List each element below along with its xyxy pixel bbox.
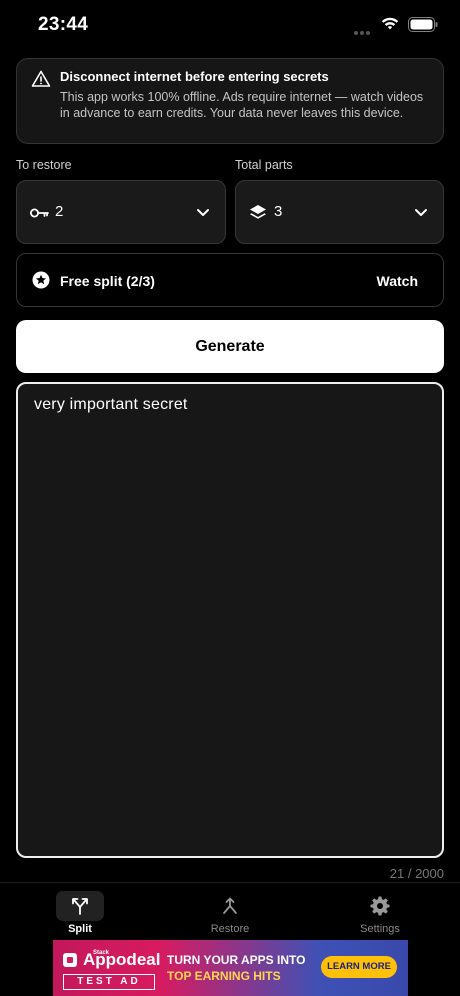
key-icon bbox=[30, 208, 49, 218]
status-time: 23:44 bbox=[38, 14, 89, 35]
chevron-down-icon bbox=[415, 209, 427, 216]
total-parts-label: Total parts bbox=[235, 158, 293, 172]
ad-headline-2: TOP EARNING HITS bbox=[167, 969, 281, 983]
ad-brand: Appodeal bbox=[83, 950, 161, 969]
tab-restore-highlight bbox=[206, 891, 254, 921]
ad-banner[interactable]: Stack Appodeal TEST AD TURN YOUR APPS IN… bbox=[53, 940, 408, 996]
ad-headline-1: TURN YOUR APPS INTO bbox=[167, 953, 306, 967]
tab-restore[interactable]: Restore bbox=[180, 883, 280, 941]
tab-split-highlight bbox=[56, 891, 104, 921]
tab-restore-label: Restore bbox=[210, 923, 250, 935]
offline-warning-banner: Disconnect internet before entering secr… bbox=[16, 58, 444, 144]
total-parts-select[interactable]: 3 bbox=[235, 180, 444, 244]
status-bar: 23:44 bbox=[0, 0, 460, 50]
warning-body: This app works 100% offline. Ads require… bbox=[60, 90, 424, 120]
chevron-down-icon bbox=[197, 209, 209, 216]
ad-test-label: TEST AD bbox=[63, 974, 155, 990]
star-icon bbox=[32, 271, 50, 289]
layers-icon bbox=[250, 205, 266, 219]
split-icon bbox=[72, 898, 88, 915]
total-parts-value: 3 bbox=[274, 203, 283, 220]
to-restore-value: 2 bbox=[55, 203, 64, 220]
battery-icon bbox=[408, 17, 438, 32]
warning-title: Disconnect internet before entering secr… bbox=[60, 69, 329, 84]
warning-triangle-icon bbox=[31, 70, 51, 87]
secret-input-text: very important secret bbox=[34, 396, 188, 413]
tab-settings-label: Settings bbox=[360, 923, 400, 935]
signal-dots-icon bbox=[354, 22, 376, 35]
character-counter: 21 / 2000 bbox=[389, 866, 444, 881]
tab-settings[interactable]: Settings bbox=[330, 883, 430, 941]
to-restore-select[interactable]: 2 bbox=[16, 180, 226, 244]
free-split-row: Free split (2/3) Watch bbox=[16, 253, 444, 307]
gear-icon bbox=[370, 896, 390, 916]
free-split-label: Free split (2/3) bbox=[60, 273, 155, 289]
tab-settings-highlight bbox=[356, 891, 404, 921]
wifi-icon bbox=[381, 17, 399, 30]
merge-icon bbox=[223, 897, 237, 914]
to-restore-label: To restore bbox=[16, 158, 72, 172]
tab-split-label: Split bbox=[68, 923, 92, 935]
tab-split[interactable]: Split bbox=[30, 883, 130, 941]
bottom-tab-bar: Split Restore Settings bbox=[0, 882, 460, 940]
ad-learn-more-button[interactable]: LEARN MORE bbox=[321, 956, 397, 978]
generate-button[interactable]: Generate bbox=[16, 320, 444, 373]
appodeal-logo-icon bbox=[63, 953, 77, 967]
watch-button[interactable]: Watch bbox=[377, 273, 418, 289]
secret-input[interactable]: very important secret bbox=[16, 382, 444, 858]
